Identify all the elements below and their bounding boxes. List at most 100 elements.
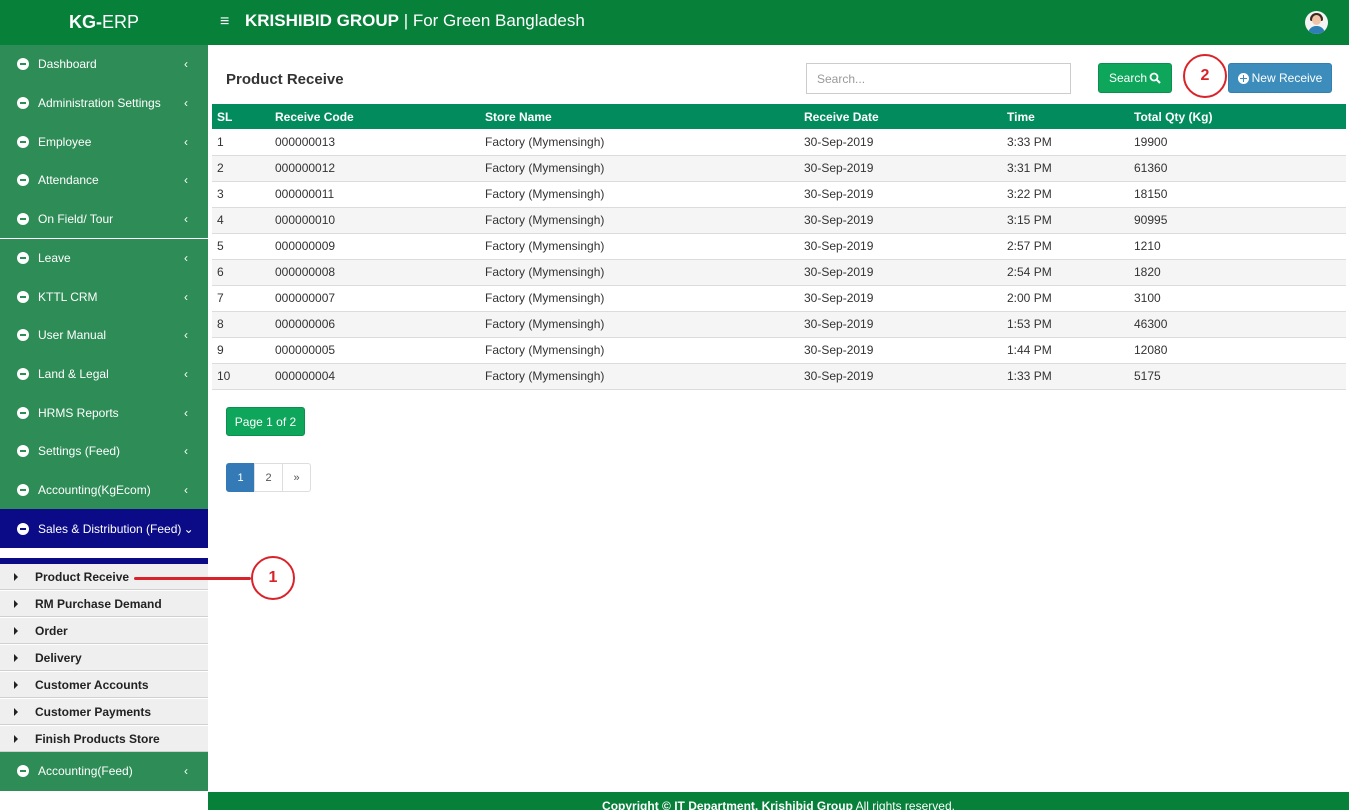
table-row[interactable]: 10 000000004 Factory (Mymensingh) 30-Sep…: [212, 363, 1346, 390]
cell-sl: 4: [212, 207, 270, 234]
chevron-left-icon: ‹: [184, 483, 188, 498]
table-row[interactable]: 7 000000007 Factory (Mymensingh) 30-Sep-…: [212, 285, 1346, 312]
chevron-left-icon: ‹: [184, 289, 188, 304]
search-input[interactable]: [806, 63, 1071, 94]
sidebar-item-employee[interactable]: Employee ‹: [0, 122, 208, 162]
cell-total-qty: 12080: [1129, 337, 1346, 364]
hamburger-menu-icon[interactable]: ≡: [220, 12, 229, 32]
cell-sl: 2: [212, 155, 270, 182]
cell-store-name: Factory (Mymensingh): [480, 155, 799, 182]
column-header-time[interactable]: Time: [1002, 104, 1129, 129]
chevron-left-icon: ‹: [184, 96, 188, 111]
submenu-item-order[interactable]: Order: [0, 618, 208, 644]
cell-total-qty: 90995: [1129, 207, 1346, 234]
table-row[interactable]: 2 000000012 Factory (Mymensingh) 30-Sep-…: [212, 155, 1346, 182]
submenu-item-customer-accounts[interactable]: Customer Accounts: [0, 672, 208, 698]
cell-store-name: Factory (Mymensingh): [480, 207, 799, 234]
cell-receive-date: 30-Sep-2019: [799, 207, 1002, 234]
sidebar-item-label: HRMS Reports: [38, 405, 119, 420]
submenu-item-label: RM Purchase Demand: [35, 596, 162, 611]
sidebar-item-on-field-tour[interactable]: On Field/ Tour ‹: [0, 199, 208, 239]
minus-circle-icon: [17, 329, 29, 342]
table-row[interactable]: 3 000000011 Factory (Mymensingh) 30-Sep-…: [212, 181, 1346, 208]
chevron-left-icon: ‹: [184, 328, 188, 343]
page-2-button[interactable]: 2: [254, 463, 283, 492]
sidebar-item-dashboard[interactable]: Dashboard ‹: [0, 45, 208, 84]
table-row[interactable]: 1 000000013 Factory (Mymensingh) 30-Sep-…: [212, 129, 1346, 156]
minus-circle-icon: [17, 135, 29, 148]
sidebar: Dashboard ‹ Administration Settings ‹ Em…: [0, 45, 208, 810]
user-avatar-icon[interactable]: [1305, 11, 1328, 34]
column-header-receive-date[interactable]: Receive Date: [799, 104, 1002, 129]
next-page-button[interactable]: »: [282, 463, 311, 492]
column-header-total-qty[interactable]: Total Qty (Kg): [1129, 104, 1346, 129]
footer: Copyright © IT Department, Krishibid Gro…: [208, 792, 1349, 810]
sidebar-item-label: KTTL CRM: [38, 289, 98, 304]
column-header-store-name[interactable]: Store Name: [480, 104, 799, 129]
sidebar-item-hrms-reports[interactable]: HRMS Reports ‹: [0, 393, 208, 432]
minus-circle-icon: [17, 213, 29, 226]
cell-time: 3:15 PM: [1002, 207, 1129, 234]
caret-right-icon: [14, 572, 18, 581]
sidebar-item-attendance[interactable]: Attendance ‹: [0, 161, 208, 200]
chevron-left-icon: ‹: [184, 212, 188, 227]
sidebar-item-accounting-kgecom[interactable]: Accounting(KgEcom) ‹: [0, 470, 208, 510]
sidebar-item-accounting-feed[interactable]: Accounting(Feed) ‹: [0, 752, 208, 791]
chevron-down-icon: ⌄: [183, 521, 194, 536]
cell-time: 2:00 PM: [1002, 285, 1129, 312]
column-header-sl[interactable]: SL: [212, 104, 270, 129]
table-row[interactable]: 9 000000005 Factory (Mymensingh) 30-Sep-…: [212, 337, 1346, 364]
minus-circle-icon: [17, 522, 29, 535]
caret-right-icon: [14, 653, 18, 662]
cell-receive-code: 000000010: [270, 207, 480, 234]
sidebar-item-kttl-crm[interactable]: KTTL CRM ‹: [0, 277, 208, 316]
sidebar-item-leave[interactable]: Leave ‹: [0, 238, 208, 278]
search-icon: [1149, 72, 1161, 84]
chevron-left-icon: ‹: [184, 405, 188, 420]
sidebar-item-sales-distribution-feed[interactable]: Sales & Distribution (Feed) ⌄: [0, 509, 208, 549]
minus-circle-icon: [17, 406, 29, 419]
minus-circle-icon: [17, 251, 29, 264]
cell-store-name: Factory (Mymensingh): [480, 181, 799, 208]
cell-sl: 3: [212, 181, 270, 208]
cell-store-name: Factory (Mymensingh): [480, 337, 799, 364]
search-button[interactable]: Search: [1098, 63, 1172, 93]
cell-time: 3:22 PM: [1002, 181, 1129, 208]
cell-time: 1:53 PM: [1002, 311, 1129, 338]
cell-receive-date: 30-Sep-2019: [799, 337, 1002, 364]
minus-circle-icon: [17, 445, 29, 458]
submenu-item-rm-purchase-demand[interactable]: RM Purchase Demand: [0, 591, 208, 617]
table-row[interactable]: 5 000000009 Factory (Mymensingh) 30-Sep-…: [212, 233, 1346, 260]
top-header: KG- ERP ≡ KRISHIBID GROUP | For Green Ban…: [0, 0, 1349, 45]
annotation-marker-1: 1: [251, 556, 295, 600]
sidebar-item-label: On Field/ Tour: [38, 212, 114, 227]
sidebar-item-administration-settings[interactable]: Administration Settings ‹: [0, 83, 208, 123]
new-receive-button[interactable]: New Receive: [1228, 63, 1332, 93]
table-row[interactable]: 8 000000006 Factory (Mymensingh) 30-Sep-…: [212, 311, 1346, 338]
sidebar-item-label: Sales & Distribution (Feed): [38, 521, 182, 536]
submenu-item-finish-products-store[interactable]: Finish Products Store: [0, 726, 208, 752]
cell-receive-code: 000000013: [270, 129, 480, 156]
sidebar-item-label: Settings (Feed): [38, 444, 121, 459]
cell-store-name: Factory (Mymensingh): [480, 311, 799, 338]
chevron-left-icon: ‹: [184, 444, 188, 459]
cell-total-qty: 18150: [1129, 181, 1346, 208]
cell-store-name: Factory (Mymensingh): [480, 363, 799, 390]
brand-rest: ERP: [101, 12, 139, 32]
sidebar-item-label: Accounting(Feed): [38, 764, 133, 779]
sidebar-item-land-legal[interactable]: Land & Legal ‹: [0, 354, 208, 394]
sidebar-item-user-manual[interactable]: User Manual ‹: [0, 315, 208, 355]
submenu-item-label: Customer Accounts: [35, 677, 149, 692]
page-1-button[interactable]: 1: [226, 463, 255, 492]
column-header-receive-code[interactable]: Receive Code: [270, 104, 480, 129]
table-row[interactable]: 4 000000010 Factory (Mymensingh) 30-Sep-…: [212, 207, 1346, 234]
sidebar-item-settings-feed[interactable]: Settings (Feed) ‹: [0, 432, 208, 471]
submenu-item-delivery[interactable]: Delivery: [0, 645, 208, 671]
cell-receive-code: 000000008: [270, 259, 480, 286]
table-row[interactable]: 6 000000008 Factory (Mymensingh) 30-Sep-…: [212, 259, 1346, 286]
submenu-item-customer-payments[interactable]: Customer Payments: [0, 699, 208, 725]
app-logo[interactable]: KG- ERP: [0, 0, 208, 45]
cell-store-name: Factory (Mymensingh): [480, 259, 799, 286]
pagination: 1 2 »: [226, 463, 311, 492]
cell-total-qty: 3100: [1129, 285, 1346, 312]
